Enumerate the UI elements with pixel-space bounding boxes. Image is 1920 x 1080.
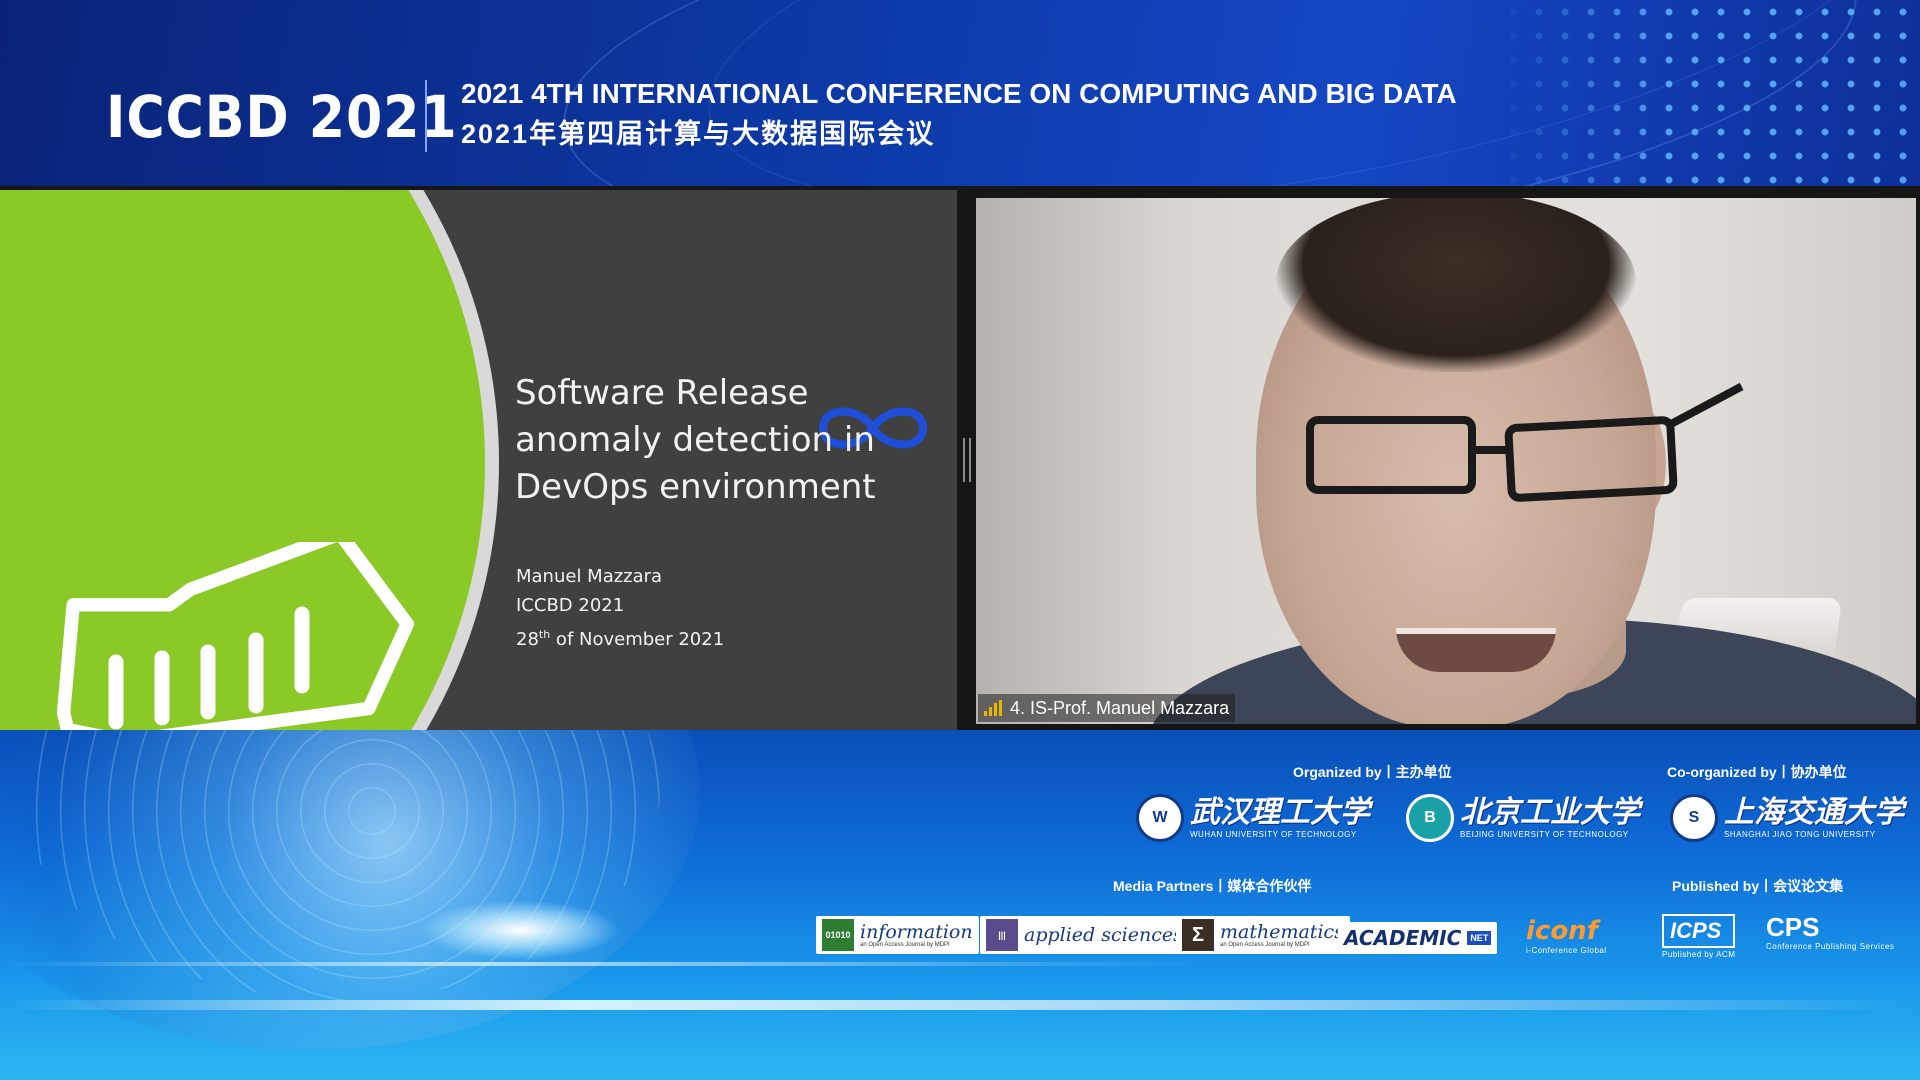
shanghai-jiao-tong-logo: S 上海交通大学 SHANGHAI JIAO TONG UNIVERSITY bbox=[1670, 794, 1904, 842]
slide-date-rest: of November 2021 bbox=[550, 629, 725, 650]
slide-author: Manuel Mazzara bbox=[516, 566, 663, 587]
slide-title: Software Release anomaly detection in De… bbox=[515, 373, 876, 507]
wuhan-university-logo: W 武汉理工大学 WUHAN UNIVERSITY OF TECHNOLOGY bbox=[1136, 794, 1370, 842]
cps-logo: CPS Conference Publishing Services bbox=[1766, 912, 1895, 951]
university-seal-icon: W bbox=[1136, 794, 1184, 842]
slide-details: Manuel Mazzara ICCBD 2021 28th of Novemb… bbox=[516, 562, 724, 654]
shipping-container-icon bbox=[56, 542, 415, 730]
university-seal-icon: B bbox=[1406, 794, 1454, 842]
conference-header-banner: ICCBD 2021 2021 4TH INTERNATIONAL CONFER… bbox=[0, 0, 1920, 186]
coorganized-by-label: Co-organized by丨协办单位 bbox=[1667, 764, 1847, 780]
participant-name-tag: 4. IS-Prof. Manuel Mazzara bbox=[978, 694, 1236, 722]
participant-video-feed[interactable] bbox=[976, 198, 1916, 724]
slide-date-day: 28 bbox=[516, 629, 539, 650]
slide-conference: ICCBD 2021 bbox=[516, 595, 625, 616]
header-dot-pattern bbox=[1500, 0, 1920, 186]
signal-strength-icon bbox=[984, 700, 1002, 716]
information-journal-logo: 01010 information an Open Access Journal … bbox=[816, 916, 979, 954]
published-by-label: Published by丨会议论文集 bbox=[1672, 878, 1844, 894]
university-seal-icon: S bbox=[1670, 794, 1718, 842]
sponsor-footer-banner: Organized by丨主办单位 Co-organized by丨协办单位 W… bbox=[0, 730, 1920, 1080]
conference-title-chinese: 2021年第四届计算与大数据国际会议 bbox=[461, 119, 936, 149]
speaker-glasses bbox=[1306, 416, 1476, 494]
header-divider bbox=[425, 80, 427, 152]
conference-title-english: 2021 4TH INTERNATIONAL CONFERENCE ON COM… bbox=[461, 78, 1457, 109]
mathematics-journal-logo: Σ mathematics an Open Access Journal by M… bbox=[1176, 916, 1350, 954]
iconf-logo: iconf i-Conference Global bbox=[1526, 916, 1607, 955]
participant-name: 4. IS-Prof. Manuel Mazzara bbox=[1010, 697, 1230, 718]
split-view-resize-handle[interactable] bbox=[963, 438, 971, 482]
slide-date-suffix: th bbox=[538, 628, 551, 641]
beijing-university-logo: B 北京工业大学 BEIJING UNIVERSITY OF TECHNOLOGY bbox=[1406, 794, 1640, 842]
organized-by-label: Organized by丨主办单位 bbox=[1293, 764, 1452, 780]
media-partners-label: Media Partners丨媒体合作伙伴 bbox=[1113, 878, 1312, 894]
slide-date: 28th of November 2021 bbox=[516, 620, 724, 654]
applied-sciences-logo: ||| applied sciences bbox=[980, 916, 1189, 954]
stream-frame: ICCBD 2021 2021 4TH INTERNATIONAL CONFER… bbox=[0, 0, 1920, 1080]
academic-net-logo: ACADEMIC NET bbox=[1338, 922, 1498, 954]
conference-brand: ICCBD 2021 bbox=[106, 83, 458, 151]
icps-logo: ICPS Published by ACM bbox=[1662, 914, 1736, 959]
